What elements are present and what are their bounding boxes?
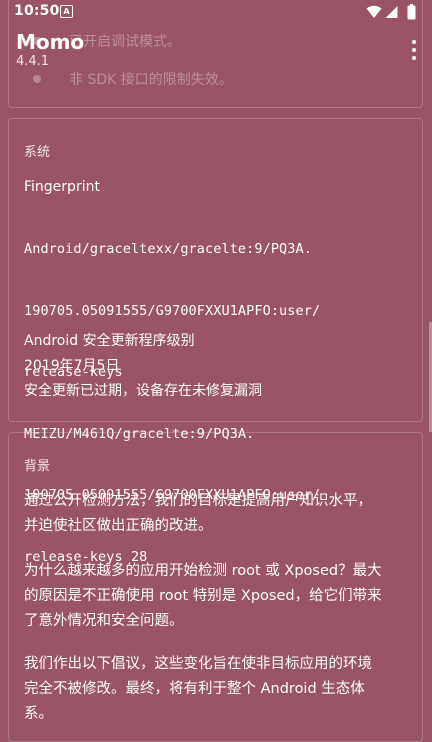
- a-notification-icon: A: [60, 5, 73, 18]
- system-card: 系统 Fingerprint Android/graceltexx/gracel…: [8, 118, 423, 565]
- system-card-header: 系统: [24, 145, 51, 160]
- app-version: 4.4.1: [16, 54, 50, 69]
- fingerprint-line: 190705.05091555/G9700FXXU1APFO:user/: [24, 302, 321, 319]
- fingerprint-line: Android/graceltexx/gracelte:9/PQ3A.: [24, 241, 312, 257]
- wifi-icon: [366, 5, 382, 18]
- signal-icon: [385, 6, 398, 18]
- paragraph-line: 我们作出以下倡议，这些变化旨在使非目标应用的环境: [24, 656, 372, 672]
- security-patch-warning: 安全更新已过期，设备存在未修复漏洞: [24, 383, 262, 399]
- paragraph-line: 并迫使社区做出正确的改进。: [24, 518, 213, 534]
- background-paragraph: 通过公开检测方法，我们的目标是提高用户知识水平， 并迫使社区做出正确的改进。: [24, 489, 414, 539]
- bullet-icon: [33, 75, 41, 83]
- paragraph-line: 完全不被修改。最终，将有利于整个 Android 生态体: [24, 681, 365, 697]
- more-vert-icon[interactable]: [410, 40, 418, 60]
- status-time: 10:50: [14, 3, 60, 19]
- background-paragraph: 我们作出以下倡议，这些变化旨在使非目标应用的环境 完全不被修改。最终，将有利于整…: [24, 652, 414, 727]
- paragraph-line: 系。: [24, 706, 53, 722]
- app-title: Momo: [16, 30, 85, 54]
- paragraph-line: 了意外情况和安全问题。: [24, 613, 184, 629]
- security-patch-date: 2019年7月5日: [24, 358, 120, 374]
- paragraph-line: 为什么越来越多的应用开始检测 root 或 Xposed？最大: [24, 563, 382, 579]
- app-bar: Momo 4.4.1: [0, 24, 432, 76]
- background-card: 背景 通过公开检测方法，我们的目标是提高用户知识水平， 并迫使社区做出正确的改进…: [8, 432, 423, 742]
- battery-icon: [407, 4, 416, 20]
- fingerprint-label: Fingerprint: [24, 179, 100, 195]
- background-card-header: 背景: [24, 459, 51, 474]
- paragraph-line: 的原因是不正确使用 root 特别是 Xposed，给它们带来: [24, 588, 382, 604]
- security-patch-label: Android 安全更新程序级别: [24, 333, 195, 349]
- status-bar: 10:50 A: [0, 0, 432, 24]
- paragraph-line: 通过公开检测方法，我们的目标是提高用户知识水平，: [24, 493, 372, 509]
- background-paragraph: 为什么越来越多的应用开始检测 root 或 Xposed？最大 的原因是不正确使…: [24, 559, 414, 634]
